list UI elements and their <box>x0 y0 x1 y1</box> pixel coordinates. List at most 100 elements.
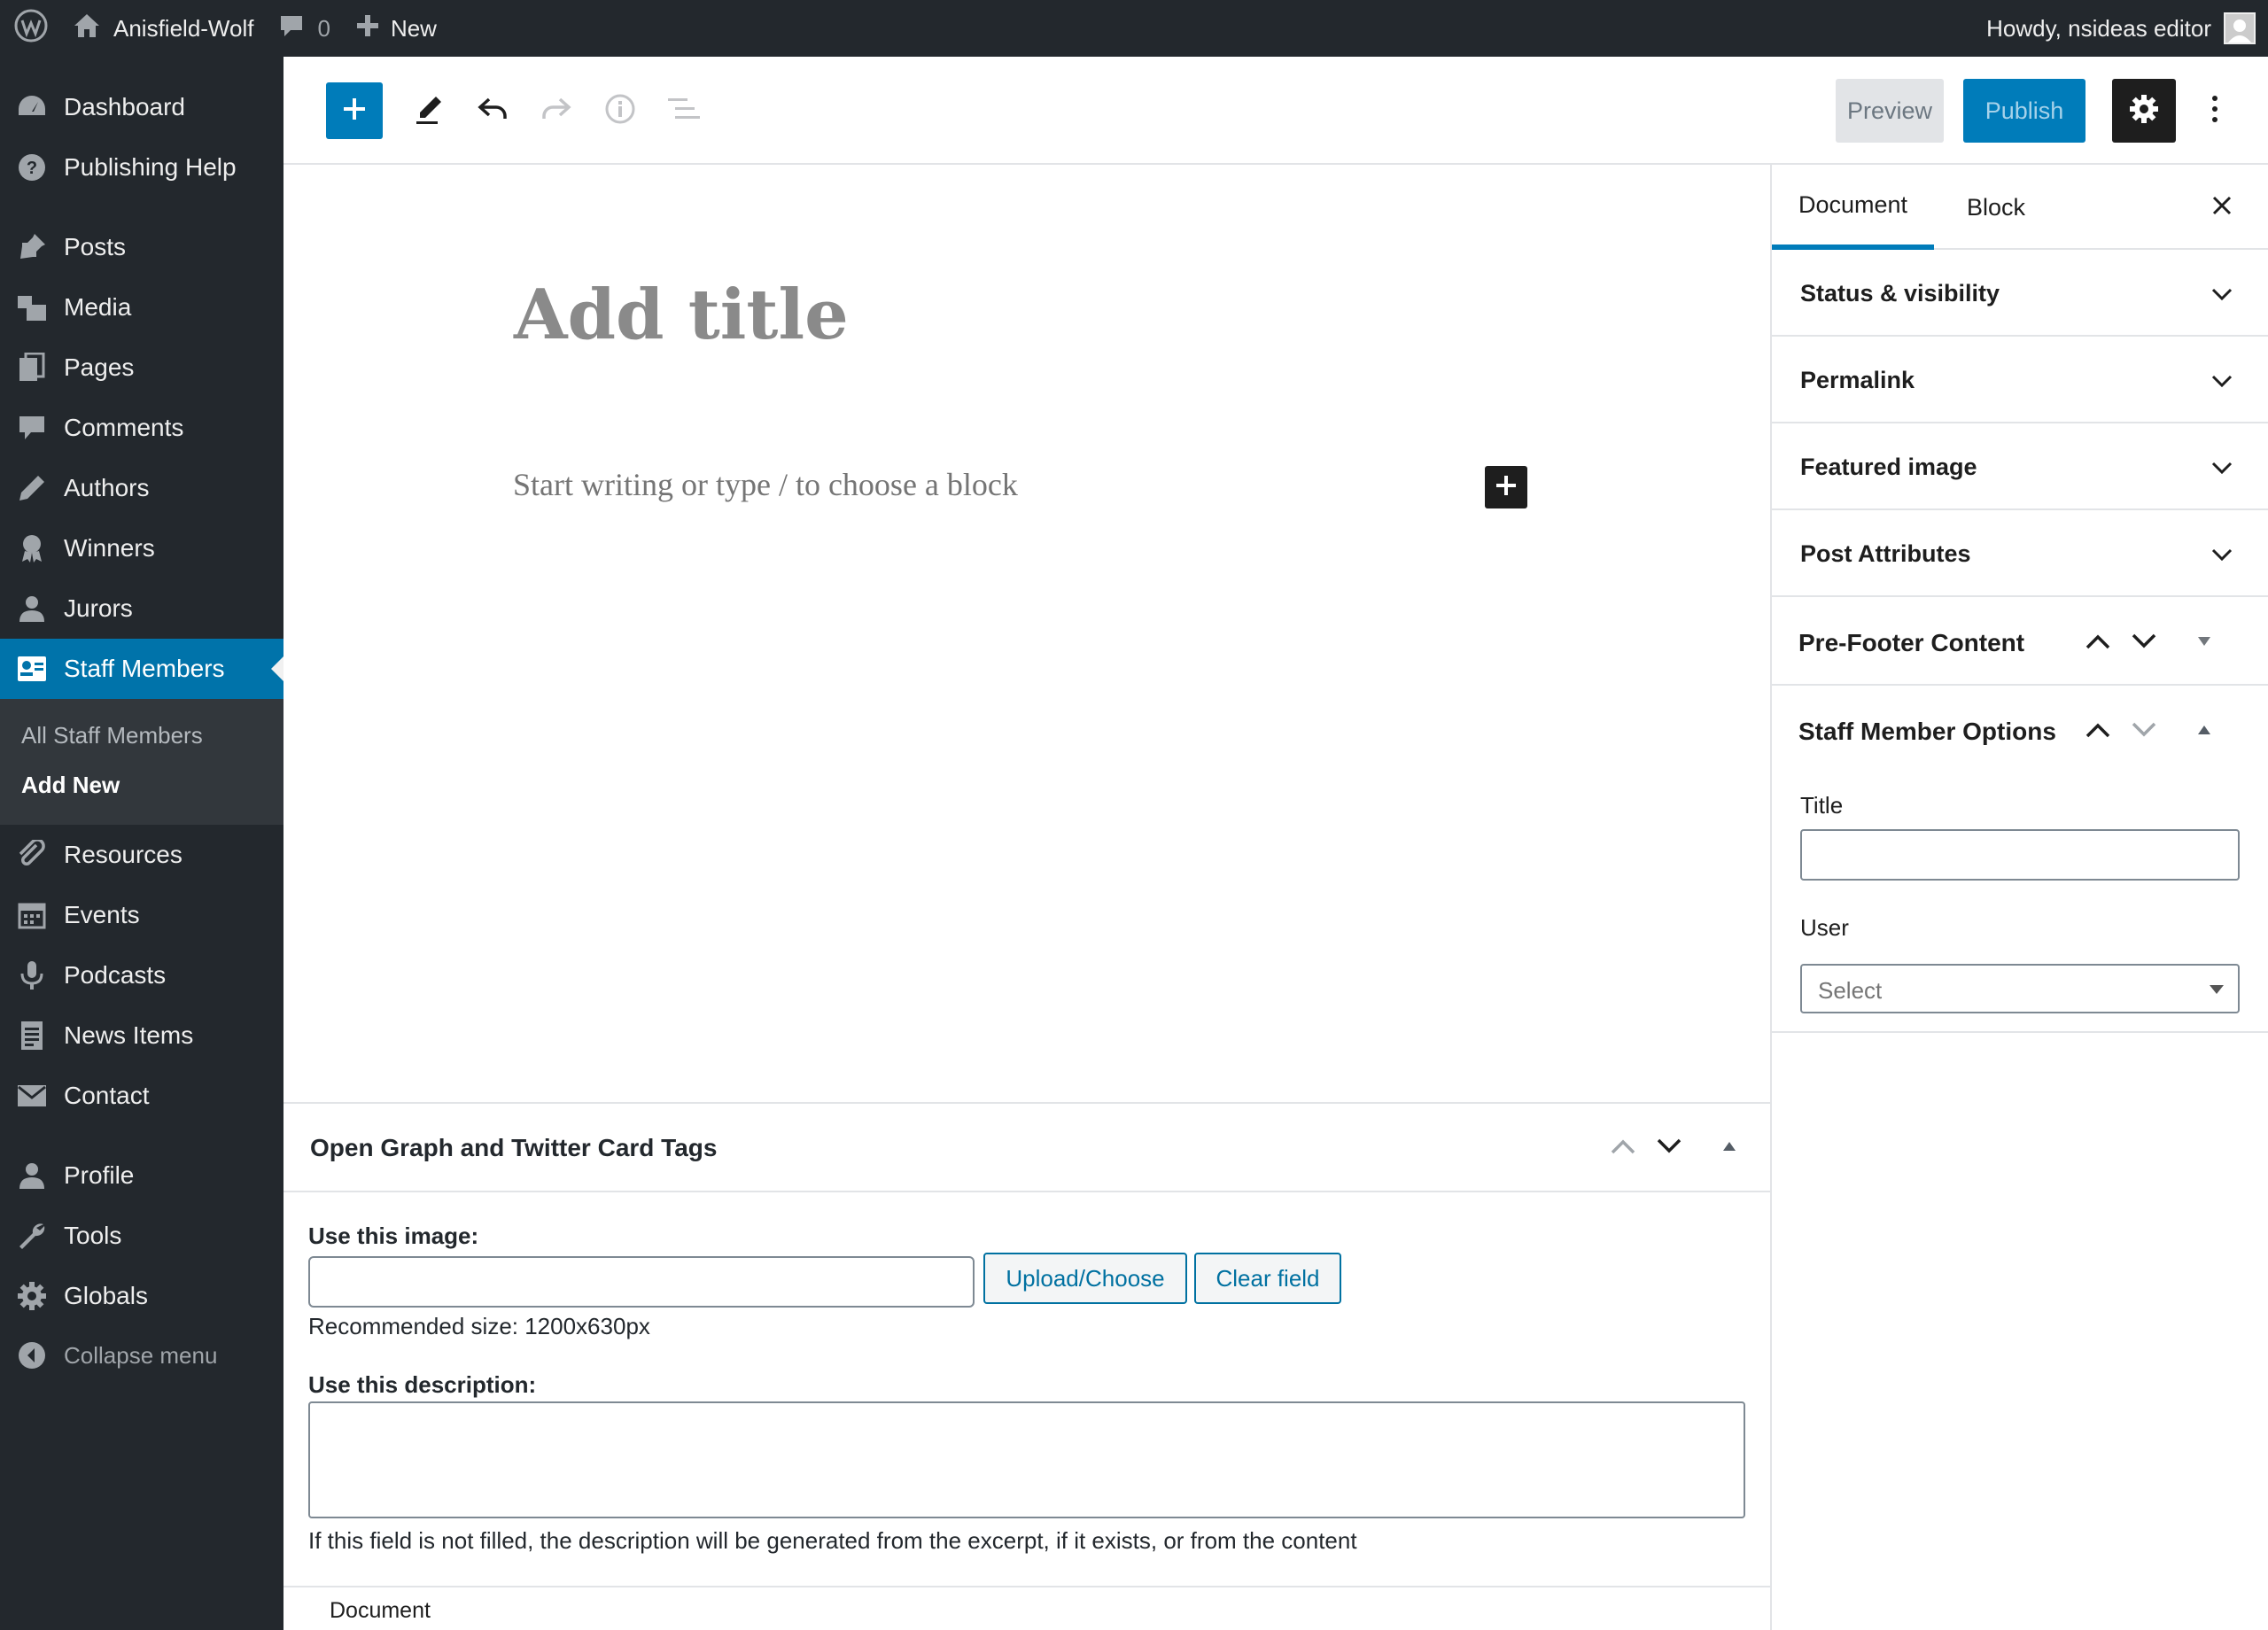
post-title-input[interactable]: Add title <box>514 275 849 355</box>
move-up-button[interactable] <box>2078 624 2117 663</box>
id-card-icon <box>0 656 64 682</box>
sidebar-item-authors[interactable]: Authors <box>0 458 284 518</box>
sidebar-item-media[interactable]: Media <box>0 277 284 338</box>
sidebar-item-events[interactable]: Events <box>0 885 284 945</box>
envelope-icon <box>0 1084 64 1107</box>
move-down-button[interactable] <box>2124 624 2163 663</box>
list-view-icon <box>666 95 702 128</box>
sidebar-item-podcasts[interactable]: Podcasts <box>0 945 284 1005</box>
more-options-button[interactable] <box>2194 79 2236 143</box>
toggle-panel-button[interactable] <box>2185 712 2224 751</box>
close-icon <box>2212 196 2232 220</box>
pin-icon <box>0 232 64 262</box>
move-down-button[interactable] <box>2124 712 2163 751</box>
sidebar-item-contact[interactable]: Contact <box>0 1066 284 1126</box>
gear-icon <box>2128 93 2160 129</box>
sidebar-item-publishing-help[interactable]: ? Publishing Help <box>0 137 284 198</box>
clear-field-button[interactable]: Clear field <box>1194 1253 1341 1304</box>
panel-featured-image[interactable]: Featured image <box>1772 423 2268 510</box>
metabox-title: Open Graph and Twitter Card Tags <box>310 1134 718 1161</box>
sidebar-item-pages[interactable]: Pages <box>0 338 284 398</box>
wordpress-logo-icon <box>14 9 48 49</box>
sidebar-item-staff-members[interactable]: Staff Members <box>0 639 284 699</box>
move-up-button[interactable] <box>2078 712 2117 751</box>
chevron-up-icon <box>1611 1138 1635 1159</box>
move-down-button[interactable] <box>1650 1129 1689 1168</box>
info-icon <box>604 93 636 129</box>
chevron-down-icon <box>2201 273 2243 315</box>
upload-choose-button[interactable]: Upload/Choose <box>983 1253 1187 1304</box>
my-account-link[interactable]: Howdy, nsideas editor <box>1986 0 2268 57</box>
panel-permalink[interactable]: Permalink <box>1772 337 2268 423</box>
redo-button[interactable] <box>532 86 581 136</box>
description-textarea[interactable] <box>308 1401 1745 1518</box>
site-name: Anisfield-Wolf <box>113 14 254 42</box>
toggle-panel-button[interactable] <box>1710 1129 1749 1168</box>
metabox-header[interactable]: Open Graph and Twitter Card Tags <box>284 1104 1772 1192</box>
sidebar-item-label: Comments <box>64 414 184 441</box>
inline-add-block-button[interactable] <box>1485 466 1527 508</box>
home-icon <box>73 12 101 45</box>
person-icon <box>0 594 64 623</box>
toggle-panel-button[interactable] <box>2185 624 2224 663</box>
sidebar-item-globals[interactable]: Globals <box>0 1266 284 1326</box>
settings-button[interactable] <box>2112 79 2176 143</box>
sidebar-item-resources[interactable]: Resources <box>0 825 284 885</box>
more-vertical-icon <box>2211 95 2218 128</box>
user-select-value: Select <box>1818 977 1883 1004</box>
triangle-up-icon <box>1722 1140 1736 1156</box>
sidebar-item-posts[interactable]: Posts <box>0 217 284 277</box>
submenu-all-staff-members[interactable]: All Staff Members <box>21 722 203 749</box>
comments-link[interactable]: 0 <box>266 0 342 57</box>
prefooter-content-box[interactable]: Pre-Footer Content <box>1772 597 2268 686</box>
sidebar-item-label: Contact <box>64 1082 150 1109</box>
dropdown-arrow-icon <box>2210 985 2224 994</box>
collapse-menu-button[interactable]: Collapse menu <box>0 1325 284 1386</box>
howdy-text: Howdy, nsideas editor <box>1986 14 2211 42</box>
undo-button[interactable] <box>468 86 517 136</box>
gear-icon <box>0 1281 64 1311</box>
settings-sidebar: Document Block Status & visibility Perma… <box>1770 165 2268 1630</box>
sidebar-item-label: News Items <box>64 1021 194 1049</box>
site-name-link[interactable]: Anisfield-Wolf <box>60 0 266 57</box>
sidebar-item-label: Media <box>64 293 132 321</box>
triangle-up-icon <box>2197 724 2211 740</box>
user-select[interactable]: Select <box>1800 964 2240 1013</box>
sidebar-item-profile[interactable]: Profile <box>0 1145 284 1206</box>
block-breadcrumb[interactable]: Document <box>330 1598 431 1624</box>
tab-document[interactable]: Document <box>1772 165 1935 250</box>
preview-button[interactable]: Preview <box>1836 79 1944 143</box>
sidebar-item-label: Profile <box>64 1161 135 1189</box>
panel-post-attributes[interactable]: Post Attributes <box>1772 510 2268 597</box>
new-content-link[interactable]: New <box>343 0 449 57</box>
staff-title-input[interactable] <box>1800 829 2240 881</box>
image-url-input[interactable] <box>308 1256 975 1308</box>
sidebar-item-dashboard[interactable]: Dashboard <box>0 77 284 137</box>
sidebar-item-news-items[interactable]: News Items <box>0 1005 284 1066</box>
sidebar-item-label: Dashboard <box>64 93 185 120</box>
panel-label: Featured image <box>1800 454 1977 480</box>
recommended-size-text: Recommended size: 1200x630px <box>308 1313 650 1339</box>
block-navigation-button[interactable] <box>659 86 709 136</box>
panel-status-visibility[interactable]: Status & visibility <box>1772 250 2268 337</box>
block-appender-placeholder[interactable]: Start writing or type / to choose a bloc… <box>513 466 1018 503</box>
person-icon <box>0 1161 64 1190</box>
chevron-down-icon <box>2132 633 2156 654</box>
sidebar-item-jurors[interactable]: Jurors <box>0 578 284 639</box>
content-info-button[interactable] <box>595 86 645 136</box>
tools-pencil-button[interactable] <box>404 86 454 136</box>
wordpress-logo-button[interactable] <box>0 0 60 57</box>
sidebar-item-tools[interactable]: Tools <box>0 1206 284 1266</box>
plus-icon <box>355 13 380 44</box>
sidebar-item-comments[interactable]: Comments <box>0 398 284 458</box>
close-sidebar-button[interactable] <box>2201 186 2243 229</box>
submenu-add-new[interactable]: Add New <box>21 772 120 799</box>
add-block-button[interactable] <box>326 82 383 139</box>
publish-button[interactable]: Publish <box>1963 79 2085 143</box>
move-up-button[interactable] <box>1604 1129 1643 1168</box>
description-field-label: Use this description: <box>308 1371 537 1398</box>
admin-sidebar: Dashboard ? Publishing Help Posts Media … <box>0 57 284 1630</box>
tab-block[interactable]: Block <box>1940 165 2052 250</box>
sidebar-item-winners[interactable]: Winners <box>0 518 284 578</box>
pencil-icon <box>413 93 445 129</box>
